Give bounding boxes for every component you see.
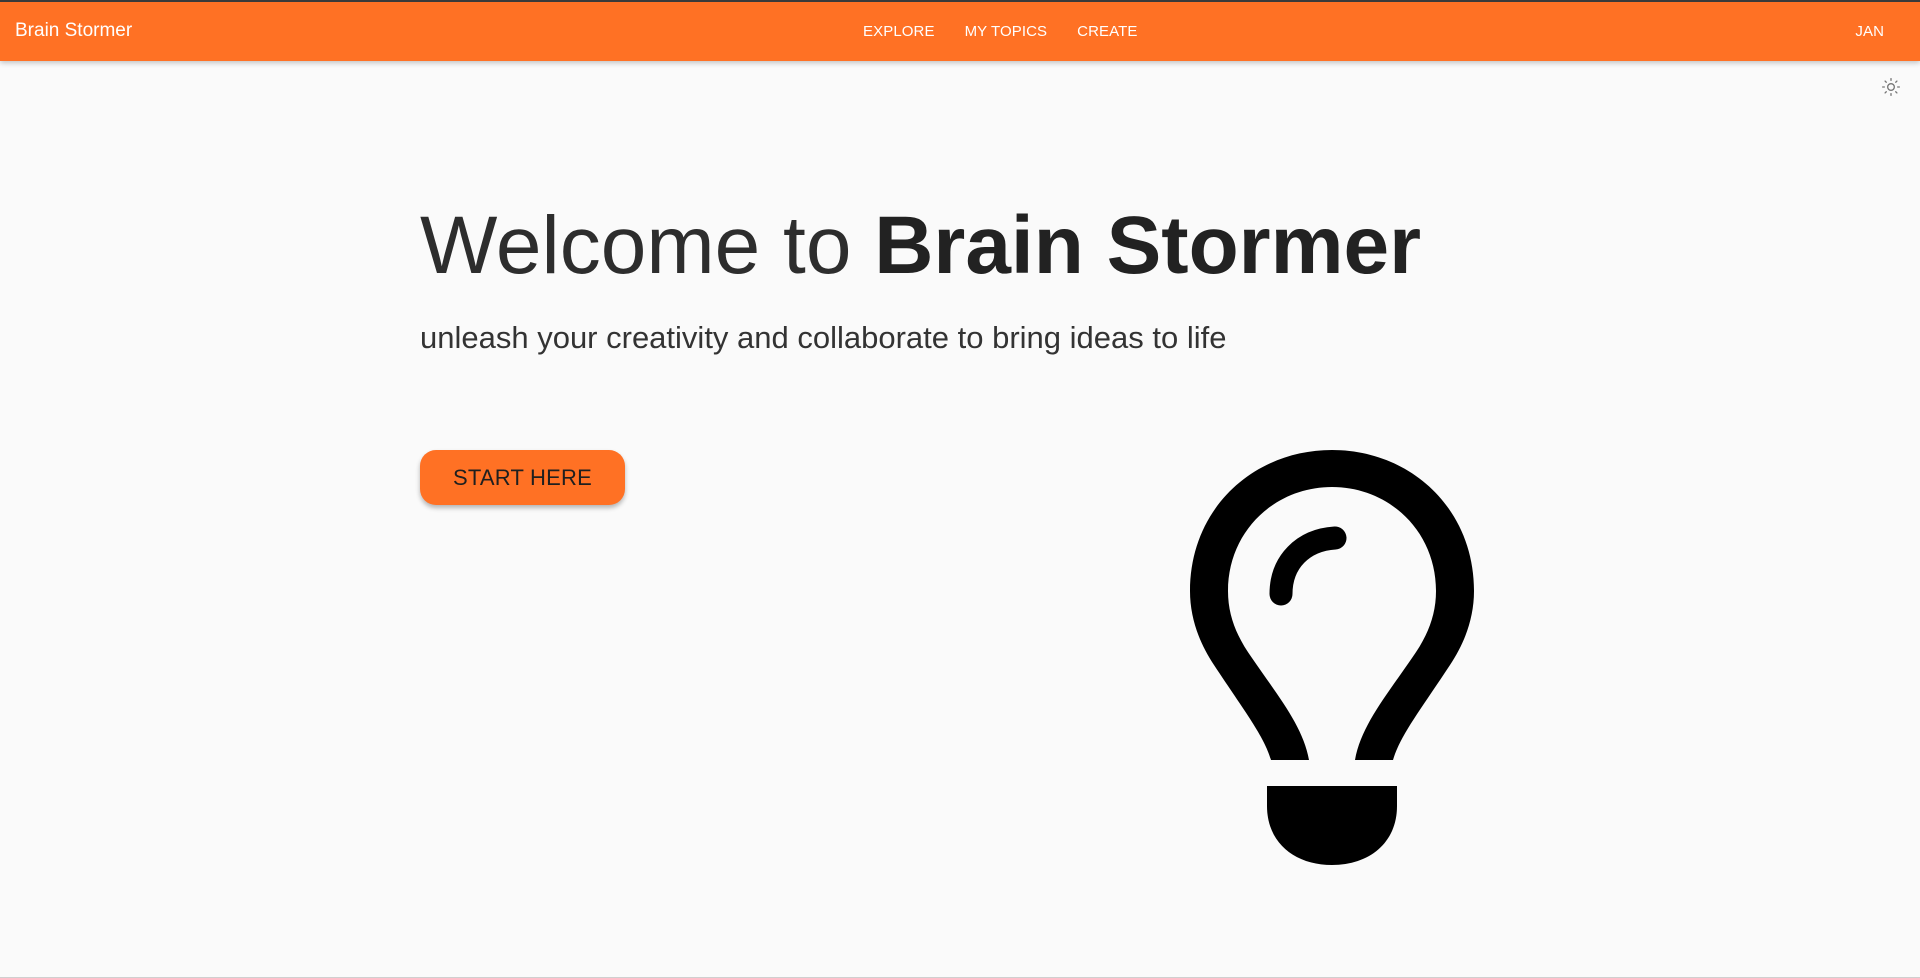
start-here-button[interactable]: START HERE xyxy=(420,450,625,505)
lightbulb-icon xyxy=(1190,450,1474,865)
primary-navigation: EXPLORE MY TOPICS CREATE xyxy=(863,22,1138,42)
hero-section: Welcome to Brain Stormer unleash your cr… xyxy=(420,196,1500,357)
sun-icon xyxy=(1882,78,1900,97)
hero-subtitle: unleash your creativity and collaborate … xyxy=(420,320,1227,355)
nav-create-link[interactable]: CREATE xyxy=(1077,22,1137,42)
landing-page: Brain Stormer EXPLORE MY TOPICS CREATE J… xyxy=(0,0,1920,978)
nav-explore-link[interactable]: EXPLORE xyxy=(863,22,935,42)
hero-title-prefix: Welcome to xyxy=(420,200,875,291)
theme-toggle-button[interactable] xyxy=(1880,76,1902,98)
brand-logo-link[interactable]: Brain Stormer xyxy=(15,19,132,43)
top-navigation-bar: Brain Stormer EXPLORE MY TOPICS CREATE J… xyxy=(0,0,1920,61)
user-menu-link[interactable]: JAN xyxy=(1855,22,1884,42)
nav-my-topics-link[interactable]: MY TOPICS xyxy=(965,22,1048,42)
hero-title-brand: Brain Stormer xyxy=(874,200,1422,291)
hero-title: Welcome to Brain Stormer xyxy=(420,196,1500,296)
